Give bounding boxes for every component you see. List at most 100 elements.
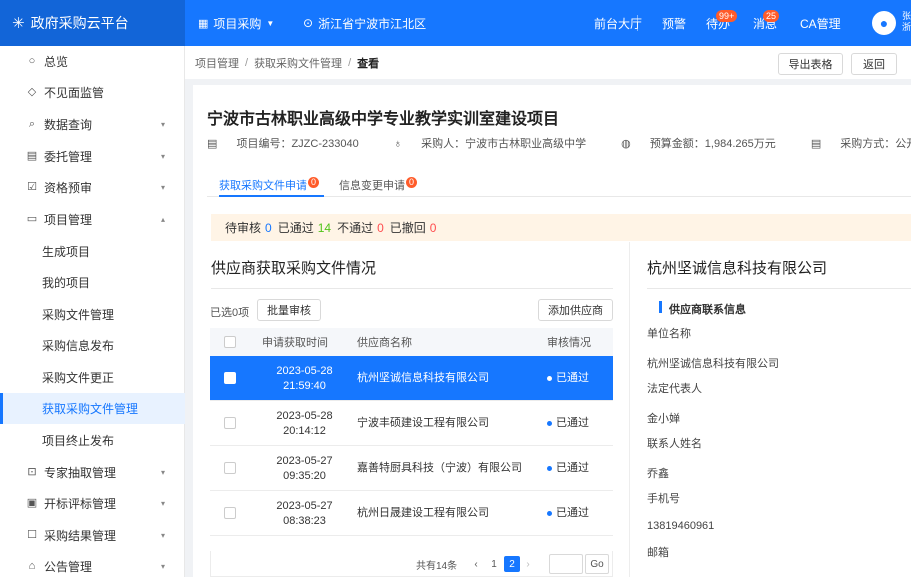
expert-icon: ⊡ bbox=[27, 466, 37, 478]
doc-icon: ▤ bbox=[26, 150, 38, 162]
sidebar-sub-my-projects[interactable]: 我的项目 bbox=[0, 267, 185, 298]
sidebar: ○ 总览 ◇ 不见面监管 ⌕ 数据查询 ▾ ▤ 委托管理 ▾ ☑ 资格预审 ▾ … bbox=[0, 46, 185, 577]
supplier-name[interactable]: 嘉善特厨具科技（宁波）有限公司 bbox=[357, 446, 532, 491]
front-desk-link[interactable]: 前台大厅 bbox=[594, 0, 642, 46]
detail-section-title: 供应商联系信息 bbox=[669, 304, 746, 316]
section-title: 供应商获取采购文件情况 bbox=[211, 260, 377, 277]
apply-date: 2023-05-28 bbox=[276, 364, 333, 377]
apply-clock: 09:35:20 bbox=[283, 469, 326, 482]
chevron-down-icon: ▾ bbox=[161, 152, 166, 161]
panel-divider bbox=[629, 242, 630, 577]
breadcrumb-item[interactable]: 项目管理 bbox=[195, 55, 239, 71]
selected-count: 已选0项 bbox=[210, 307, 250, 319]
user-icon: ● bbox=[879, 15, 889, 31]
add-supplier-button[interactable]: 添加供应商 bbox=[538, 299, 613, 321]
status-dot-icon bbox=[547, 376, 552, 381]
table-row[interactable]: 2023-05-28 21:59:40 杭州坚诚信息科技有限公司 已通过 bbox=[210, 356, 613, 401]
row-checkbox[interactable] bbox=[224, 372, 236, 384]
breadcrumb-current: 查看 bbox=[357, 57, 380, 70]
sidebar-item-label: 不见面监管 bbox=[44, 86, 105, 100]
field-value: 杭州坚诚信息科技有限公司 bbox=[647, 358, 779, 370]
apply-time: 2023-05-27 08:38:23 bbox=[262, 491, 347, 536]
sidebar-sub-project-termination[interactable]: 项目终止发布 bbox=[0, 425, 185, 456]
alert-link[interactable]: 预警 bbox=[662, 0, 686, 46]
location-selector[interactable]: ⊙ 浙江省宁波市江北区 bbox=[303, 0, 426, 46]
apply-date: 2023-05-27 bbox=[276, 454, 333, 467]
review-status: 已通过 bbox=[547, 491, 613, 536]
sidebar-sub-obtain-docs[interactable]: 获取采购文件管理 bbox=[0, 393, 185, 424]
select-all-checkbox[interactable] bbox=[224, 336, 236, 348]
row-checkbox[interactable] bbox=[224, 462, 236, 474]
sidebar-item-label: 委托管理 bbox=[44, 150, 93, 164]
message-link[interactable]: 消息 bbox=[753, 0, 777, 46]
sidebar-sub-info-release[interactable]: 采购信息发布 bbox=[0, 330, 185, 361]
stat-pending[interactable]: 0 bbox=[265, 221, 272, 235]
tab-change-request[interactable]: 信息变更申请 0 bbox=[339, 177, 417, 193]
apply-time: 2023-05-28 21:59:40 bbox=[262, 356, 347, 401]
field-label: 邮箱 bbox=[647, 547, 669, 559]
prev-page-icon[interactable]: ‹ bbox=[471, 556, 481, 572]
tab-label: 获取采购文件申请 bbox=[219, 180, 307, 192]
todo-link[interactable]: 待办 bbox=[706, 0, 730, 46]
tab-underline bbox=[219, 195, 324, 197]
project-method-text: 采购方式：公开招标 bbox=[840, 138, 911, 150]
sidebar-sub-doc-correction[interactable]: 采购文件更正 bbox=[0, 362, 185, 393]
stat-passed[interactable]: 14 bbox=[318, 221, 331, 235]
back-button[interactable]: 返回 bbox=[851, 53, 897, 75]
supplier-name[interactable]: 宁波丰硕建设工程有限公司 bbox=[357, 401, 527, 446]
grid-icon: ▦ bbox=[198, 17, 209, 30]
page-1[interactable]: 1 bbox=[487, 556, 501, 572]
go-button[interactable]: Go bbox=[585, 554, 609, 574]
alert-label: 预警 bbox=[662, 16, 687, 31]
apply-date: 2023-05-27 bbox=[276, 499, 333, 512]
sidebar-item-bid-evaluation[interactable]: ▣ 开标评标管理 ▾ bbox=[0, 488, 185, 519]
chevron-down-icon: ▾ bbox=[161, 562, 166, 571]
next-page-icon[interactable]: › bbox=[523, 556, 533, 572]
breadcrumb-item[interactable]: 获取采购文件管理 bbox=[254, 55, 342, 71]
sidebar-item-overview[interactable]: ○ 总览 bbox=[0, 46, 185, 77]
status-dot-icon bbox=[547, 421, 552, 426]
row-checkbox[interactable] bbox=[224, 507, 236, 519]
supplier-name[interactable]: 杭州日晟建设工程有限公司 bbox=[357, 491, 527, 536]
divider bbox=[647, 288, 911, 289]
sidebar-sub-doc-management[interactable]: 采购文件管理 bbox=[0, 299, 185, 330]
table-row[interactable]: 2023-05-28 20:14:12 宁波丰硕建设工程有限公司 已通过 bbox=[210, 401, 613, 446]
stat-failed[interactable]: 0 bbox=[377, 221, 384, 235]
ca-link[interactable]: CA管理 bbox=[800, 0, 841, 46]
export-button[interactable]: 导出表格 bbox=[778, 53, 843, 75]
sidebar-sub-generate-project[interactable]: 生成项目 bbox=[0, 236, 185, 267]
table-row[interactable]: 2023-05-27 09:35:20 嘉善特厨具科技（宁波）有限公司 已通过 bbox=[210, 446, 613, 491]
sidebar-item-label: 项目管理 bbox=[44, 213, 93, 227]
apply-time: 2023-05-27 09:35:20 bbox=[262, 446, 347, 491]
page-jump-input[interactable] bbox=[549, 554, 583, 574]
project-menu[interactable]: ▦ 项目采购 ▼ bbox=[198, 0, 274, 46]
review-status: 已通过 bbox=[547, 356, 613, 401]
column-header: 供应商名称 bbox=[357, 337, 412, 349]
chevron-up-icon: ▴ bbox=[161, 215, 166, 224]
sidebar-item-notice-management[interactable]: ⌂ 公告管理 ▾ bbox=[0, 551, 185, 577]
tab-label: 信息变更申请 bbox=[339, 180, 405, 192]
row-checkbox[interactable] bbox=[224, 417, 236, 429]
sidebar-item-expert-extraction[interactable]: ⊡ 专家抽取管理 ▾ bbox=[0, 457, 185, 488]
batch-review-button[interactable]: 批量审核 bbox=[257, 299, 321, 321]
brand[interactable]: ✳ 政府采购云平台 bbox=[0, 0, 185, 46]
page-title: 宁波市古林职业高级中学专业教学实训室建设项目 bbox=[207, 111, 560, 128]
sidebar-item-remote-supervision[interactable]: ◇ 不见面监管 bbox=[0, 77, 185, 108]
page-2[interactable]: 2 bbox=[504, 556, 520, 572]
table-row[interactable]: 2023-05-27 08:38:23 杭州日晟建设工程有限公司 已通过 bbox=[210, 491, 613, 536]
sidebar-item-prequalification[interactable]: ☑ 资格预审 ▾ bbox=[0, 172, 185, 203]
avatar[interactable]: ● bbox=[872, 11, 896, 35]
top-bar: ✳ 政府采购云平台 ▦ 项目采购 ▼ ⊙ 浙江省宁波市江北区 前台大厅 预警 待… bbox=[0, 0, 911, 46]
tab-obtain-request[interactable]: 获取采购文件申请 0 bbox=[219, 177, 319, 193]
folder-icon: ▭ bbox=[26, 213, 38, 225]
supplier-name[interactable]: 杭州坚诚信息科技有限公司 bbox=[357, 356, 527, 401]
circle-icon: ○ bbox=[28, 55, 36, 67]
sidebar-item-project-management[interactable]: ▭ 项目管理 ▴ bbox=[0, 204, 185, 235]
chevron-down-icon: ▾ bbox=[161, 468, 166, 477]
sidebar-item-entrust[interactable]: ▤ 委托管理 ▾ bbox=[0, 141, 185, 172]
stat-withdrawn[interactable]: 0 bbox=[430, 221, 437, 235]
status-summary: 待审核 0 已通过 14 不通过 0 已撤回 0 bbox=[211, 214, 911, 241]
logo-icon: ✳ bbox=[12, 15, 25, 32]
sidebar-item-result-management[interactable]: ☐ 采购结果管理 ▾ bbox=[0, 520, 185, 551]
sidebar-item-data-query[interactable]: ⌕ 数据查询 ▾ bbox=[0, 109, 185, 140]
